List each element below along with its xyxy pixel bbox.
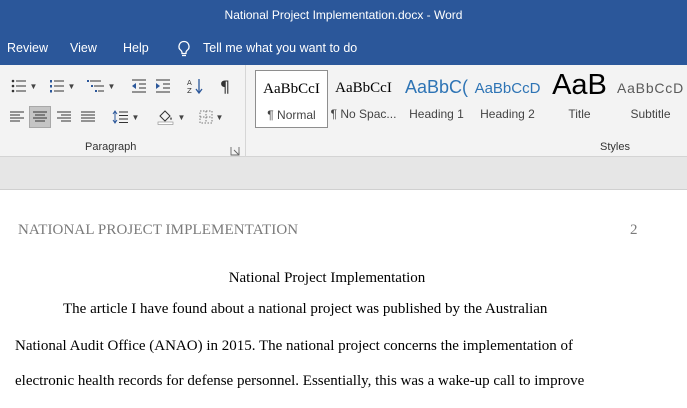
bullets-icon xyxy=(11,79,27,93)
svg-text:A: A xyxy=(187,79,192,87)
line-spacing-button[interactable]: ▼ xyxy=(108,106,142,128)
style-name: ¶ No Spac... xyxy=(330,107,397,121)
style-heading-2[interactable]: AaBbCcD Heading 2 xyxy=(471,70,544,128)
paragraph-group-label: Paragraph xyxy=(85,141,137,153)
pilcrow-icon: ¶ xyxy=(219,76,231,96)
justify-button[interactable] xyxy=(77,106,99,128)
chevron-down-icon: ▼ xyxy=(107,81,116,91)
align-left-button[interactable] xyxy=(6,106,28,128)
style-sample: AaB xyxy=(552,69,607,101)
align-center-button[interactable] xyxy=(29,106,51,128)
body-line: The article I have found about a nationa… xyxy=(63,301,548,317)
tab-review[interactable]: Review xyxy=(7,41,48,55)
title-bar: National Project Implementation.docx - W… xyxy=(0,0,687,32)
align-right-icon xyxy=(57,111,71,123)
chevron-down-icon: ▼ xyxy=(29,81,38,91)
style-name: Title xyxy=(568,107,591,121)
multilevel-list-button[interactable]: ▼ xyxy=(84,75,118,97)
decrease-indent-button[interactable] xyxy=(128,75,150,97)
style-name: Heading 1 xyxy=(409,107,464,121)
borders-button[interactable]: ▼ xyxy=(194,106,228,128)
chevron-down-icon: ▼ xyxy=(67,81,76,91)
style-heading-1[interactable]: AaBbC( Heading 1 xyxy=(400,70,473,128)
borders-icon xyxy=(199,110,213,124)
align-right-button[interactable] xyxy=(53,106,75,128)
dialog-launcher-icon[interactable] xyxy=(230,143,240,156)
increase-indent-button[interactable] xyxy=(152,75,174,97)
document-page[interactable]: NATIONAL PROJECT IMPLEMENTATION 2 Nation… xyxy=(0,191,687,408)
window-title: National Project Implementation.docx - W… xyxy=(224,8,463,22)
svg-text:Z: Z xyxy=(187,87,192,94)
body-line: electronic health records for defense pe… xyxy=(15,373,585,389)
style-name: ¶ Normal xyxy=(267,108,316,122)
style-no-spacing[interactable]: AaBbCcI ¶ No Spac... xyxy=(327,70,400,128)
bullets-button[interactable]: ▼ xyxy=(8,75,40,97)
chevron-down-icon: ▼ xyxy=(177,112,186,122)
document-title: National Project Implementation xyxy=(228,270,426,286)
multilevel-list-icon xyxy=(86,79,105,93)
sort-button[interactable]: A Z xyxy=(184,75,206,97)
line-spacing-icon xyxy=(111,110,129,124)
increase-indent-icon xyxy=(155,79,171,93)
style-sample: AaBbCcI xyxy=(263,81,320,97)
chevron-down-icon: ▼ xyxy=(131,112,140,122)
style-sample: AaBbCcD xyxy=(616,80,685,96)
ribbon: ▼ ▼ ▼ A Z ¶ ▼ ▼ ▼ Paragraph AaBbCcI ¶ No… xyxy=(0,65,687,157)
tell-me-search[interactable]: Tell me what you want to do xyxy=(203,41,357,55)
paint-bucket-icon xyxy=(157,109,175,125)
menu-bar: Review View Help Tell me what you want t… xyxy=(0,32,687,65)
style-normal[interactable]: AaBbCcI ¶ Normal xyxy=(255,70,328,128)
decrease-indent-icon xyxy=(131,79,147,93)
style-sample: AaBbCcD xyxy=(474,80,541,97)
tab-help[interactable]: Help xyxy=(123,41,149,55)
numbering-button[interactable]: ▼ xyxy=(46,75,78,97)
sort-icon: A Z xyxy=(187,78,203,94)
style-subtitle[interactable]: AaBbCcD Subtitle xyxy=(614,70,687,128)
justify-icon xyxy=(81,111,95,123)
shading-button[interactable]: ▼ xyxy=(154,106,188,128)
paragraph-group: ▼ ▼ ▼ A Z ¶ ▼ ▼ ▼ Paragraph xyxy=(0,65,246,157)
styles-group-label: Styles xyxy=(600,141,630,153)
style-name: Subtitle xyxy=(630,107,671,121)
lightbulb-icon[interactable] xyxy=(176,40,192,58)
align-left-icon xyxy=(10,111,24,123)
style-sample: AaBbCcI xyxy=(335,80,392,96)
show-formatting-button[interactable]: ¶ xyxy=(214,75,236,97)
ruler-area xyxy=(0,157,687,190)
style-sample: AaBbC( xyxy=(404,77,469,97)
page-number: 2 xyxy=(630,222,638,238)
body-line: National Audit Office (ANAO) in 2015. Th… xyxy=(15,338,574,354)
chevron-down-icon: ▼ xyxy=(215,112,224,122)
style-name: Heading 2 xyxy=(480,107,535,121)
styles-gallery: AaBbCcI ¶ Normal AaBbCcI ¶ No Spac... Aa… xyxy=(247,65,687,157)
running-header: NATIONAL PROJECT IMPLEMENTATION xyxy=(18,222,299,238)
numbering-icon xyxy=(49,79,65,93)
style-title[interactable]: AaB Title xyxy=(543,69,616,128)
tab-view[interactable]: View xyxy=(70,41,97,55)
align-center-icon xyxy=(33,111,47,123)
